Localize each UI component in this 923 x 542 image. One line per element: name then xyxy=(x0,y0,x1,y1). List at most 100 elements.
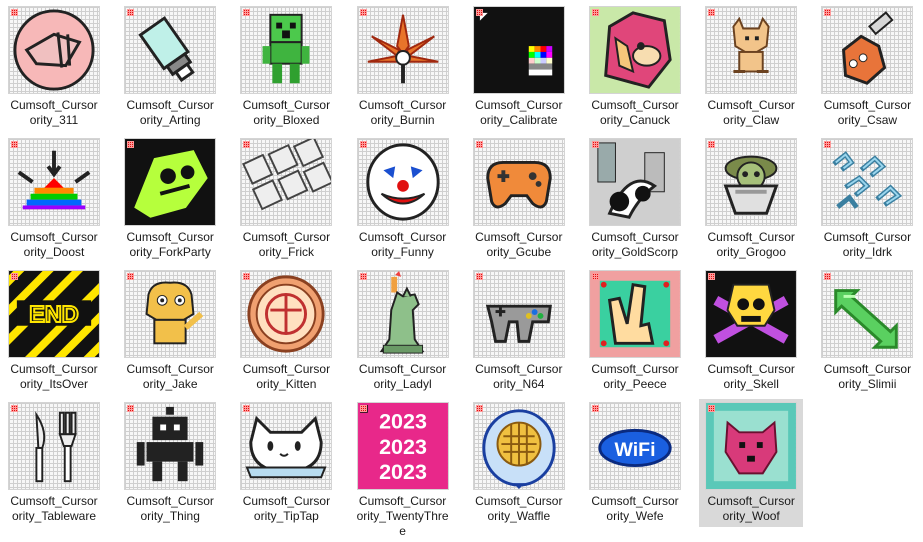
file-item[interactable]: Cumsoft_Cursor ority_311 xyxy=(2,3,106,131)
file-thumbnail xyxy=(472,270,565,358)
file-name-line: ority_Ladyl xyxy=(373,377,432,391)
file-thumbnail xyxy=(705,402,798,490)
file-thumbnail xyxy=(589,270,681,358)
file-name-line: ority_Kitten xyxy=(256,377,317,391)
file-item[interactable]: Cumsoft_Cursor ority_GoldScorp xyxy=(583,135,687,263)
cursor-file-badge-icon xyxy=(475,9,483,16)
file-item[interactable]: Cumsoft_Cursor ority_Waffle xyxy=(467,399,571,527)
file-grid: Cumsoft_Cursor ority_311 Cumsoft_Cursor ori… xyxy=(0,0,923,542)
file-item[interactable]: Cumsoft_Cursor ority_Calibrate xyxy=(467,3,571,131)
file-thumbnail xyxy=(8,138,100,226)
file-name-line: ority_Gcube xyxy=(486,245,552,259)
cursor-file-badge-icon xyxy=(11,141,18,148)
file-name-line: Cumsoft_Cursor xyxy=(707,494,795,508)
file-item[interactable]: Cumsoft_Cursor ority_Gcube xyxy=(467,135,571,263)
cursor-file-badge-icon xyxy=(592,9,599,16)
file-name-line: ority_Bloxed xyxy=(253,113,320,127)
file-item[interactable]: Cumsoft_Cursor ority_TipTap xyxy=(234,399,338,527)
file-item[interactable]: Cumsoft_Cursor ority_Burnin xyxy=(351,3,455,131)
file-name-line: ority_Skell xyxy=(723,377,779,391)
file-item[interactable]: Cumsoft_Cursor ority_Woof xyxy=(699,399,804,527)
file-name-line: ority_Jake xyxy=(142,377,198,391)
file-item[interactable]: Cumsoft_Cursor ority_Frick xyxy=(234,135,338,263)
file-name: Cumsoft_Cursor ority_TwentyThre e xyxy=(351,494,455,539)
file-name: Cumsoft_Cursor ority_Arting xyxy=(118,98,222,128)
file-thumbnail xyxy=(705,270,798,358)
file-name: Cumsoft_Cursor ority_Doost xyxy=(2,230,106,260)
file-name: Cumsoft_Cursor ority_Kitten xyxy=(234,362,338,392)
file-name: Cumsoft_Cursor ority_Skell xyxy=(699,362,803,392)
file-item[interactable]: Cumsoft_Cursor ority_Idrk xyxy=(815,135,919,263)
file-name-line: ority_TwentyThre xyxy=(356,509,449,523)
file-item[interactable]: Cumsoft_Cursor ority_Funny xyxy=(351,135,455,263)
file-item[interactable]: Cumsoft_Cursor ority_Peece xyxy=(583,267,687,395)
file-item[interactable]: Cumsoft_Cursor ority_Skell xyxy=(699,267,803,395)
file-name-line: Cumsoft_Cursor xyxy=(707,98,795,112)
file-item[interactable]: WiFi Cumsoft_Cursor ority_Wefe xyxy=(583,399,687,527)
cursor-file-badge-icon xyxy=(592,141,599,148)
cursor-file-badge-icon xyxy=(359,9,367,16)
cursor-file-badge-icon xyxy=(359,273,367,280)
file-item[interactable]: Cumsoft_Cursor ority_Claw xyxy=(699,3,803,131)
file-thumbnail xyxy=(356,6,449,94)
file-item[interactable]: END Cumsoft_Cursor ority_ItsOver xyxy=(2,267,106,395)
file-name-line: Cumsoft_Cursor xyxy=(242,362,331,376)
file-name-line: Cumsoft_Cursor xyxy=(10,362,98,376)
file-thumbnail xyxy=(821,138,914,226)
file-item[interactable]: Cumsoft_Cursor ority_Bloxed xyxy=(234,3,338,131)
file-thumbnail xyxy=(124,402,217,490)
file-name: Cumsoft_Cursor ority_Csaw xyxy=(815,98,919,128)
file-name-line: Cumsoft_Cursor xyxy=(358,494,447,508)
file-name: Cumsoft_Cursor ority_Woof xyxy=(699,494,803,524)
file-item[interactable]: Cumsoft_Cursor ority_N64 xyxy=(467,267,571,395)
file-item[interactable]: Cumsoft_Cursor ority_Thing xyxy=(118,399,222,527)
file-name-line: ority_Tableware xyxy=(11,509,97,523)
file-item[interactable]: Cumsoft_Cursor ority_Grogoo xyxy=(699,135,803,263)
file-name-line: Cumsoft_Cursor xyxy=(475,98,563,112)
file-name: Cumsoft_Cursor ority_Canuck xyxy=(583,98,687,128)
file-item[interactable]: Cumsoft_Cursor ority_Arting xyxy=(118,3,222,131)
file-name-line: ority_Calibrate xyxy=(480,113,558,127)
file-thumbnail xyxy=(472,402,565,490)
cursor-file-badge-icon xyxy=(11,405,18,412)
file-name: Cumsoft_Cursor ority_ForkParty xyxy=(118,230,222,260)
file-name: Cumsoft_Cursor ority_Jake xyxy=(118,362,222,392)
file-thumbnail: WiFi xyxy=(589,402,681,490)
file-item[interactable]: 2023 2023 2023 Cumsoft_Cursor ority_TwentyTh… xyxy=(351,399,455,538)
file-name: Cumsoft_Cursor ority_Frick xyxy=(234,230,338,260)
cursor-file-badge-icon xyxy=(243,273,251,280)
file-name-line: Cumsoft_Cursor xyxy=(242,230,331,244)
file-name: Cumsoft_Cursor ority_TipTap xyxy=(234,494,338,524)
file-name-line: Cumsoft_Cursor xyxy=(707,362,795,376)
file-item[interactable]: Cumsoft_Cursor ority_Kitten xyxy=(234,267,338,395)
file-thumbnail: 2023 2023 2023 xyxy=(356,402,449,490)
file-name-line: ority_Doost xyxy=(23,245,85,259)
file-name: Cumsoft_Cursor ority_ItsOver xyxy=(2,362,106,392)
cursor-file-badge-icon xyxy=(11,273,18,280)
file-name-line: Cumsoft_Cursor xyxy=(475,230,563,244)
file-name: Cumsoft_Cursor ority_Slimii xyxy=(815,362,919,392)
file-item[interactable]: Cumsoft_Cursor ority_Doost xyxy=(2,135,106,263)
file-name-line: ority_Slimii xyxy=(838,377,897,391)
file-item[interactable]: Cumsoft_Cursor ority_Csaw xyxy=(815,3,919,131)
file-item[interactable]: Cumsoft_Cursor ority_Canuck xyxy=(583,3,687,131)
file-thumbnail xyxy=(589,138,681,226)
file-name: Cumsoft_Cursor ority_Gcube xyxy=(467,230,571,260)
cursor-file-badge-icon xyxy=(592,273,599,280)
file-name-line: Cumsoft_Cursor xyxy=(126,230,214,244)
file-name: Cumsoft_Cursor ority_N64 xyxy=(467,362,571,392)
file-item[interactable]: Cumsoft_Cursor ority_Jake xyxy=(118,267,222,395)
cursor-file-badge-icon xyxy=(243,9,251,16)
cursor-file-badge-icon xyxy=(243,141,251,148)
cursor-file-badge-icon xyxy=(824,9,832,16)
file-item[interactable]: Cumsoft_Cursor ority_Ladyl xyxy=(351,267,455,395)
file-thumbnail xyxy=(821,6,914,94)
file-item[interactable]: Cumsoft_Cursor ority_Tableware xyxy=(2,399,106,527)
file-item[interactable]: Cumsoft_Cursor ority_ForkParty xyxy=(118,135,222,263)
file-name-line: Cumsoft_Cursor xyxy=(591,494,679,508)
file-name-line: Cumsoft_Cursor xyxy=(242,494,331,508)
file-name: Cumsoft_Cursor ority_Waffle xyxy=(467,494,571,524)
cursor-file-badge-icon xyxy=(592,405,599,412)
file-name-line: Cumsoft_Cursor xyxy=(591,230,679,244)
file-item[interactable]: Cumsoft_Cursor ority_Slimii xyxy=(815,267,919,395)
